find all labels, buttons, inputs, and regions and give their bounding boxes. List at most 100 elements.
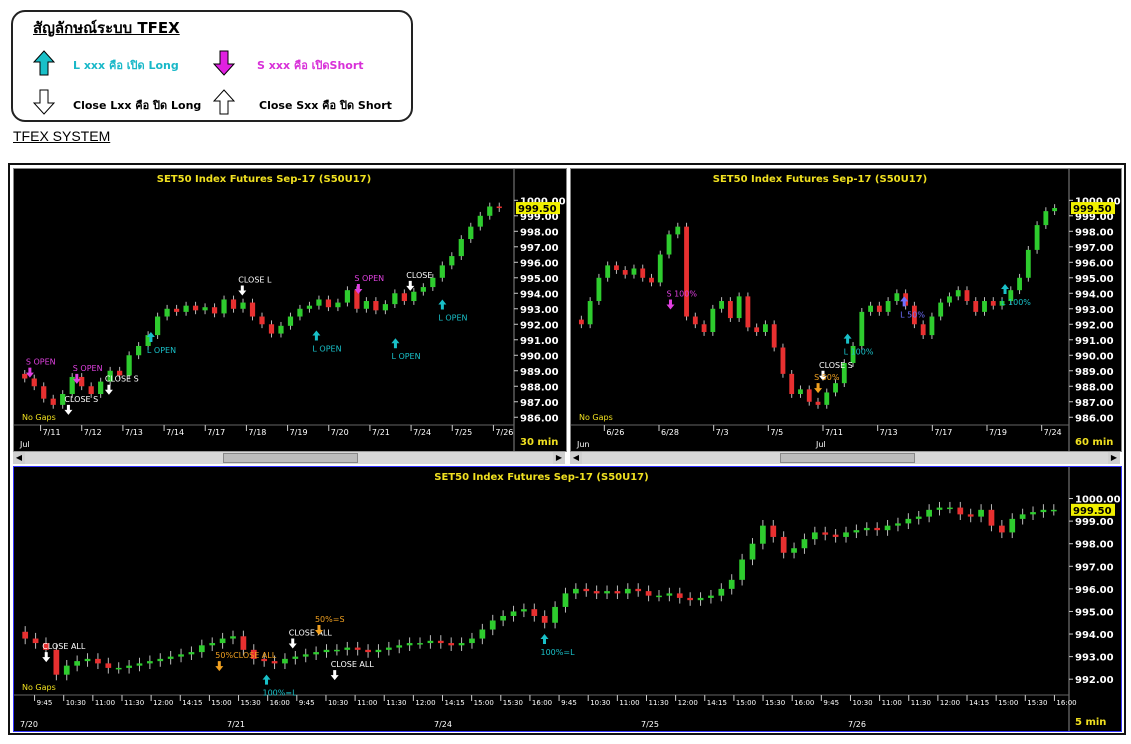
x-tick-label: 7/12 — [84, 428, 102, 437]
candle-body — [583, 588, 590, 592]
x-tick-label: 11:30 — [386, 699, 406, 707]
y-tick-label: 986.00 — [520, 413, 559, 424]
date-label: 7/25 — [641, 720, 659, 729]
candle-body — [718, 588, 725, 596]
x-tick-label: 11:30 — [911, 699, 931, 707]
candle-body — [955, 290, 961, 297]
candle-body — [657, 254, 663, 283]
candle-body — [448, 643, 455, 646]
candle-body — [895, 523, 901, 526]
x-tick-label: 14:15 — [445, 699, 465, 707]
x-tick-label: 15:30 — [765, 699, 785, 707]
candle-body — [833, 383, 838, 393]
candle-body — [95, 658, 101, 664]
signal-label: S 100% — [666, 289, 697, 298]
scroll-left-arrow-icon[interactable]: ◀ — [13, 452, 25, 464]
x-tick-label: 15:00 — [211, 699, 231, 707]
candle-body — [853, 530, 860, 533]
candle-body — [578, 319, 584, 325]
candle-body — [278, 325, 284, 334]
y-tick-label: 987.00 — [1075, 398, 1114, 409]
signal-label: CLOSE ALL — [331, 660, 375, 669]
signal-label: CLOSE S — [105, 375, 139, 384]
scroll-left-arrow-icon[interactable]: ◀ — [570, 452, 582, 464]
candle-body — [789, 373, 795, 395]
x-tick-label: 7/24 — [413, 428, 431, 437]
candle-body — [198, 645, 205, 653]
candle-body — [815, 401, 821, 405]
x-tick-label: 12:00 — [940, 699, 960, 707]
candle-body — [798, 389, 803, 395]
candle-body — [973, 301, 979, 312]
legend-close-short: Close Sxx คือ ปิด Short — [259, 99, 392, 112]
legend-short-open: S xxx คือ เปิดShort — [257, 59, 364, 72]
candle-body — [843, 532, 849, 537]
candle-body — [604, 591, 610, 594]
signal-label: CLOSE ALL — [42, 642, 86, 651]
candle-body — [1019, 514, 1026, 519]
candle-body — [411, 291, 417, 302]
y-tick-label: 990.00 — [520, 351, 559, 362]
candle-body — [420, 287, 426, 292]
candle-body — [780, 347, 786, 374]
candle-body — [406, 643, 413, 646]
candle-body — [192, 305, 199, 311]
y-tick-label: 992.00 — [1075, 320, 1114, 331]
x-tick-label: 7/13 — [125, 428, 143, 437]
x-tick-label: 11:00 — [619, 699, 639, 707]
scroll-thumb[interactable] — [223, 453, 358, 463]
no-gaps-label: No Gaps — [22, 413, 56, 422]
x-tick-label: 14:15 — [969, 699, 989, 707]
candle-body — [105, 663, 112, 668]
y-tick-label: 992.00 — [520, 320, 559, 331]
candle-body — [1030, 512, 1036, 515]
candle-body — [710, 308, 716, 333]
candle-body — [479, 629, 486, 639]
x-tick-label: 7/5 — [770, 428, 783, 437]
candle-body — [771, 324, 777, 348]
chart-panel-60min: SET50 Index Futures Sep-17 (S50U17) 1000.… — [570, 168, 1122, 452]
chart-panel-5min: SET50 Index Futures Sep-17 (S50U17) 1000.… — [13, 466, 1122, 732]
signal-arrow-icon — [42, 652, 51, 663]
y-tick-label: 995.00 — [1075, 607, 1114, 618]
chart-5min: SET50 Index Futures Sep-17 (S50U17)1000.… — [14, 467, 1121, 731]
candle-body — [136, 345, 142, 356]
timeframe-label: 60 min — [1075, 437, 1113, 448]
last-price-label: 999.50 — [1073, 204, 1112, 215]
y-tick-label: 996.00 — [1075, 258, 1114, 269]
candle-body — [41, 386, 47, 399]
scroll-right-arrow-icon[interactable]: ▶ — [553, 452, 565, 464]
scrollbar-60min[interactable]: ◀ ▶ — [570, 451, 1120, 464]
legend-long-open: L xxx คือ เปิด Long — [73, 59, 179, 72]
signal-arrow-icon — [843, 333, 852, 344]
scroll-right-arrow-icon[interactable]: ▶ — [1108, 452, 1120, 464]
y-tick-label: 999.00 — [1075, 517, 1114, 528]
x-tick-label: 10:30 — [66, 699, 86, 707]
scroll-thumb[interactable] — [780, 453, 915, 463]
candle-body — [920, 324, 926, 336]
signal-arrow-icon — [288, 638, 297, 649]
candle-body — [136, 663, 143, 666]
candle-body — [635, 588, 642, 592]
candle-body — [268, 324, 275, 334]
x-tick-label: 9:45 — [561, 699, 577, 707]
x-tick-label: 7/14 — [166, 428, 184, 437]
y-tick-label: 988.00 — [1075, 382, 1114, 393]
signal-label: L OPEN — [147, 346, 176, 355]
candle-body — [219, 638, 226, 644]
scrollbar-30min[interactable]: ◀ ▶ — [13, 451, 565, 464]
x-tick-label: 7/24 — [1044, 428, 1062, 437]
candle-body — [684, 226, 689, 317]
y-tick-label: 991.00 — [520, 336, 559, 347]
candle-body — [894, 293, 900, 302]
signal-label: L 50% — [900, 310, 925, 319]
candle-body — [806, 389, 812, 402]
candle-body — [593, 591, 600, 594]
x-tick-label: 10:30 — [852, 699, 872, 707]
candle-body — [178, 654, 184, 657]
chart-frame: SET50 Index Futures Sep-17 (S50U17) 1000.… — [8, 163, 1126, 735]
candle-body — [727, 301, 733, 319]
signal-label: S OPEN — [354, 274, 384, 283]
y-tick-label: 997.00 — [1075, 562, 1114, 573]
candle-body — [562, 593, 569, 607]
